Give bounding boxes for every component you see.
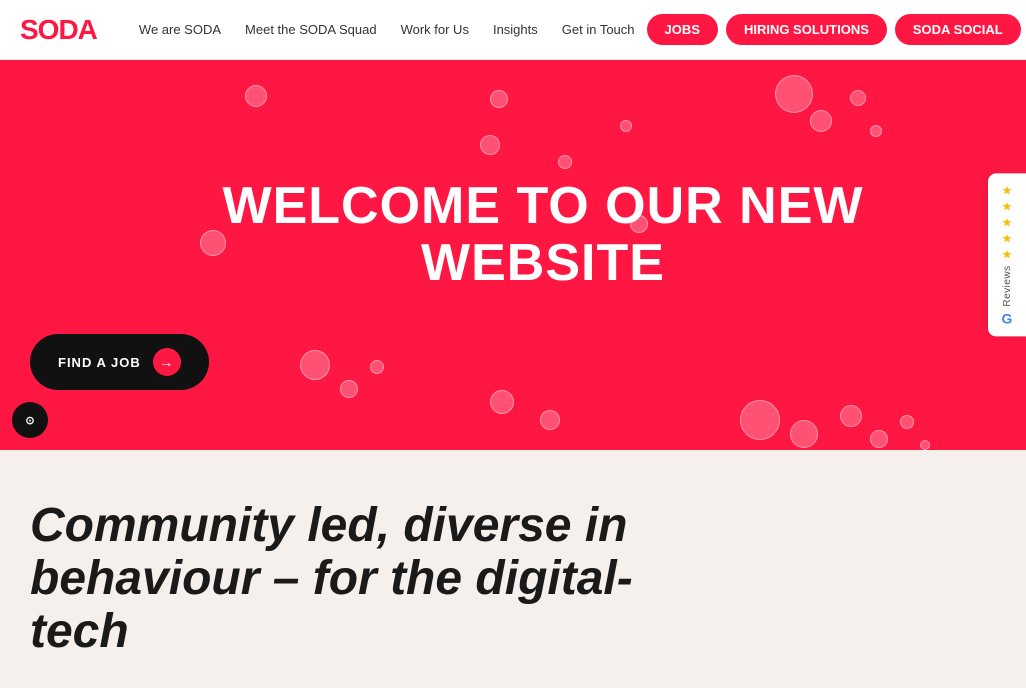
google-reviews-widget[interactable]: ★ ★ ★ ★ ★ Reviews G: [988, 173, 1026, 336]
hiring-solutions-button[interactable]: HIRING SOLUTIONS: [726, 14, 887, 45]
find-job-button[interactable]: FIND A JOB →: [30, 334, 209, 390]
nav: We are SODA Meet the SODA Squad Work for…: [127, 22, 647, 37]
find-job-label: FIND A JOB: [58, 355, 141, 370]
reviews-label: Reviews: [1002, 265, 1013, 306]
bubble-14: [740, 400, 780, 440]
bubble-18: [900, 415, 914, 429]
bubble-5: [775, 75, 813, 113]
bubble-3: [558, 155, 572, 169]
bubble-17: [870, 430, 888, 448]
logo[interactable]: SODA: [20, 14, 97, 46]
co-icon[interactable]: ⊙: [12, 402, 48, 438]
hero-section: WELCOME TO OUR NEW WEBSITE FIND A JOB → …: [0, 60, 1026, 450]
star-3: ★: [1002, 215, 1013, 229]
nav-get-in-touch[interactable]: Get in Touch: [550, 22, 647, 37]
star-5: ★: [1002, 247, 1013, 261]
bubble-12: [490, 390, 514, 414]
bubble-20: [630, 215, 648, 233]
nav-work-for-us[interactable]: Work for Us: [389, 22, 481, 37]
bubble-19: [920, 440, 930, 450]
bubble-13: [540, 410, 560, 430]
google-g-logo: G: [1002, 311, 1013, 327]
nav-we-are-soda[interactable]: We are SODA: [127, 22, 233, 37]
bottom-section: Community led, diverse in behaviour – fo…: [0, 450, 1026, 688]
bubble-2: [480, 135, 500, 155]
bubble-4: [620, 120, 632, 132]
bubble-10: [340, 380, 358, 398]
bubble-9: [300, 350, 330, 380]
hero-title: WELCOME TO OUR NEW WEBSITE: [168, 178, 918, 292]
star-1: ★: [1002, 183, 1013, 197]
google-stars: ★ ★ ★ ★ ★: [1002, 183, 1013, 261]
nav-buttons: JOBS HIRING SOLUTIONS SODA SOCIAL: [647, 14, 1021, 45]
bubble-7: [850, 90, 866, 106]
star-2: ★: [1002, 199, 1013, 213]
bubble-15: [790, 420, 818, 448]
bubble-8: [870, 125, 882, 137]
bottom-title-line1: Community led, diverse in: [30, 499, 627, 552]
jobs-button[interactable]: JOBS: [647, 14, 718, 45]
star-4: ★: [1002, 231, 1013, 245]
bubble-1: [490, 90, 508, 108]
header: SODA We are SODA Meet the SODA Squad Wor…: [0, 0, 1026, 60]
bubble-6: [810, 110, 832, 132]
bubble-21: [200, 230, 226, 256]
arrow-icon: →: [153, 348, 181, 376]
bubble-16: [840, 405, 862, 427]
nav-meet-squad[interactable]: Meet the SODA Squad: [233, 22, 389, 37]
bottom-title: Community led, diverse in behaviour – fo…: [30, 500, 730, 658]
soda-social-button[interactable]: SODA SOCIAL: [895, 14, 1021, 45]
bubble-0: [245, 85, 267, 107]
nav-insights[interactable]: Insights: [481, 22, 550, 37]
bubble-11: [370, 360, 384, 374]
